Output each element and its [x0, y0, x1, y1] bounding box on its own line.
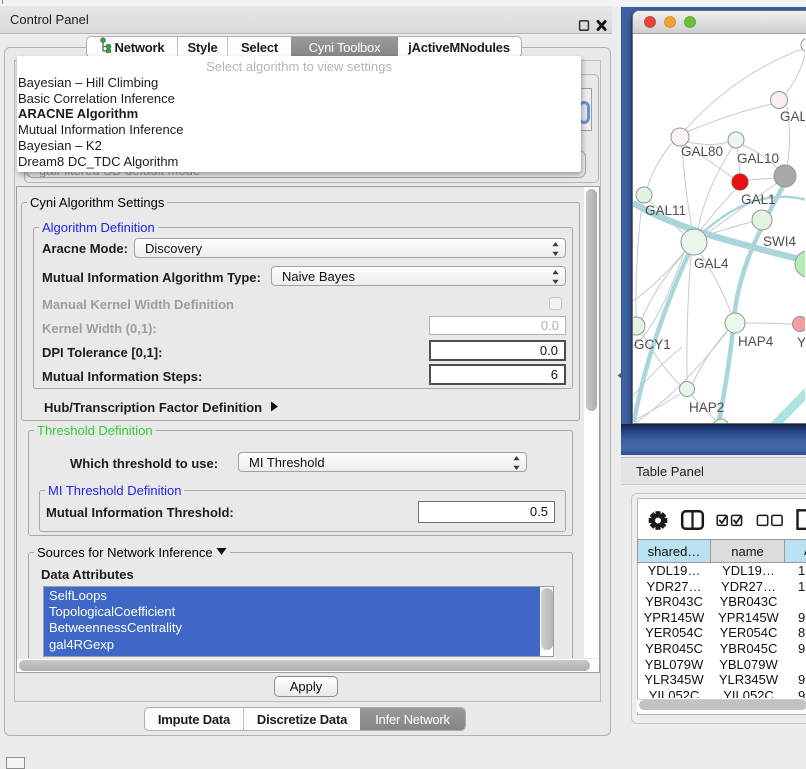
svg-text:YJ: YJ [797, 335, 805, 350]
svg-text:HAP2: HAP2 [689, 400, 724, 415]
svg-text:GAL80: GAL80 [681, 144, 723, 159]
svg-text:GCY1: GCY1 [634, 337, 671, 352]
svg-text:GAL11: GAL11 [645, 203, 686, 218]
svg-text:GAL7: GAL7 [780, 109, 805, 124]
svg-text:GAL1: GAL1 [741, 192, 776, 207]
svg-text:GAL10: GAL10 [737, 151, 779, 166]
svg-text:SWI4: SWI4 [763, 234, 796, 249]
svg-text:GAL4: GAL4 [694, 256, 729, 271]
svg-text:HAP4: HAP4 [738, 334, 774, 349]
